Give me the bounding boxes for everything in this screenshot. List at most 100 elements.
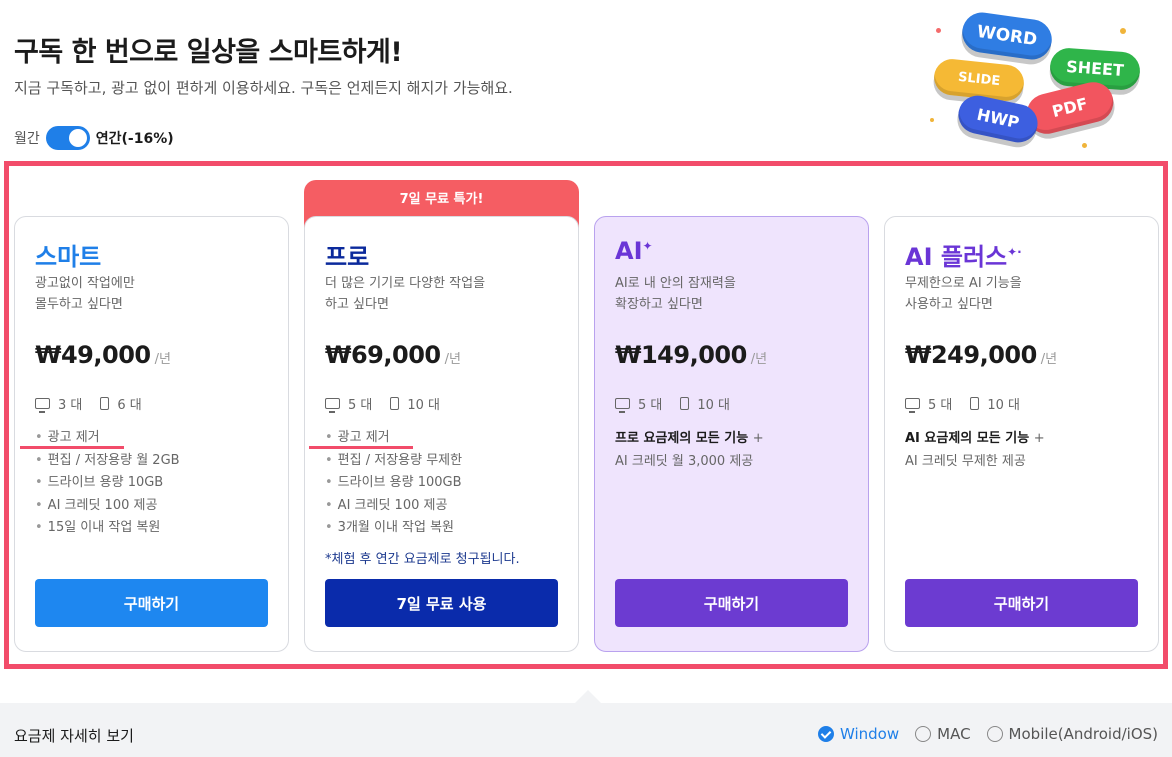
- plan-card-pro: 프로 더 많은 기기로 다양한 작업을 하고 싶다면 ₩69,000/년 5 대…: [304, 216, 579, 652]
- page-title: 구독 한 번으로 일상을 스마트하게!: [14, 37, 403, 68]
- toggle-knob: [68, 129, 87, 147]
- plan-details-link[interactable]: 요금제 자세히 보기: [14, 725, 134, 746]
- mobile-count: 6 대: [117, 398, 142, 413]
- annotation-underline: [309, 446, 413, 449]
- phone-icon: [390, 397, 400, 410]
- plan-desc-line: 무제한으로 AI 기능을: [905, 276, 1022, 291]
- plan-card-ai: AI✦ AI로 내 안의 잠재력을 확장하고 싶다면 ₩149,000/년 5 …: [594, 216, 869, 652]
- billing-toggle[interactable]: [45, 126, 90, 150]
- phone-icon: [970, 397, 980, 410]
- device-limits: 5 대 10 대: [905, 394, 1020, 413]
- confetti-dot: [1120, 28, 1126, 34]
- feature-item: • AI 크레딧 100 제공: [35, 497, 158, 513]
- plan-details-bar: 요금제 자세히 보기 Window MAC Mobile(Android/iOS…: [0, 703, 1172, 757]
- feature-item: AI 크레딧 무제한 제공: [905, 454, 1026, 469]
- device-limits: 5 대 10 대: [615, 394, 730, 413]
- page-subtitle: 지금 구독하고, 광고 없이 편하게 이용하세요. 구독은 언제든지 해지가 가…: [14, 79, 513, 97]
- radio-label-mac[interactable]: MAC: [937, 725, 970, 743]
- monthly-label[interactable]: 월간: [14, 128, 40, 148]
- pdf-pill: PDF: [1022, 77, 1118, 139]
- radio-mobile[interactable]: [986, 726, 1003, 742]
- price-amount: ₩69,000: [325, 341, 441, 369]
- feature-inherited: AI 요금제의 모든 기능 +: [905, 431, 1045, 446]
- feature-item: • 편집 / 저장용량 월 2GB: [35, 452, 180, 468]
- radio-window[interactable]: [817, 726, 834, 742]
- plan-card-smart: 스마트 광고없이 작업에만 몰두하고 싶다면 ₩49,000/년 3 대 6 대…: [14, 216, 289, 652]
- confetti-dot: [1082, 143, 1087, 148]
- feature-item: • 편집 / 저장용량 무제한: [325, 452, 463, 468]
- monitor-icon: [615, 398, 630, 413]
- plan-description: 무제한으로 AI 기능을 사용하고 싶다면: [905, 273, 1145, 315]
- billing-toggle-row: 월간 연간(-16%): [14, 126, 174, 150]
- page-header: 구독 한 번으로 일상을 스마트하게! 지금 구독하고, 광고 없이 편하게 이…: [14, 0, 914, 160]
- details-notch: [574, 690, 602, 704]
- feature-item: • 15일 이내 작업 복원: [35, 520, 161, 535]
- price-unit: /년: [154, 352, 171, 367]
- plan-desc-line: 사용하고 싶다면: [905, 297, 993, 312]
- price-amount: ₩149,000: [615, 341, 747, 369]
- confetti-dot: [930, 118, 934, 122]
- plan-description: 광고없이 작업에만 몰두하고 싶다면: [35, 273, 275, 315]
- mobile-count: 10 대: [407, 398, 441, 413]
- feature-item: • 3개월 이내 작업 복원: [325, 520, 455, 535]
- monitor-icon: [905, 398, 920, 413]
- radio-mac[interactable]: [915, 726, 932, 742]
- app-pills-illustration: WORD SHEET SLIDE PDF HWP: [922, 6, 1142, 156]
- plan-price: ₩69,000/년: [325, 341, 461, 369]
- price-unit: /년: [444, 352, 461, 367]
- plan-desc-line: 더 많은 기기로 다양한 작업을: [325, 276, 486, 291]
- plan-name: 프로: [325, 243, 370, 271]
- feature-item: • 드라이브 용량 10GB: [35, 475, 164, 490]
- radio-label-window[interactable]: Window: [840, 725, 899, 743]
- price-unit: /년: [1040, 352, 1058, 367]
- feature-item: • AI 크레딧 100 제공: [325, 497, 448, 513]
- phone-icon: [680, 397, 690, 410]
- feature-list: • 광고 제거 • 편집 / 저장용량 월 2GB • 드라이브 용량 10GB • A…: [35, 427, 180, 540]
- plan-description: AI로 내 안의 잠재력을 확장하고 싶다면: [615, 273, 855, 315]
- free-trial-button-pro[interactable]: 7일 무료 사용: [325, 579, 558, 627]
- sparkle-icon: ✦: [642, 239, 653, 253]
- price-unit: /년: [750, 352, 768, 367]
- platform-radio-group: Window MAC Mobile(Android/iOS): [817, 725, 1158, 743]
- plan-desc-line: 몰두하고 싶다면: [35, 297, 123, 312]
- desktop-count: 5 대: [348, 398, 373, 413]
- yearly-label[interactable]: 연간(-16%): [96, 128, 174, 148]
- plan-name: 스마트: [35, 243, 102, 271]
- plan-price: ₩149,000/년: [615, 341, 767, 369]
- plan-price: ₩249,000/년: [905, 341, 1057, 369]
- sparkle-icon: ✦·: [1007, 245, 1022, 259]
- monitor-icon: [325, 398, 340, 413]
- plan-name: AI✦: [615, 237, 653, 265]
- feature-inherited: 프로 요금제의 모든 기능 +: [615, 431, 764, 446]
- mobile-count: 10 대: [697, 398, 731, 413]
- billing-note: *체험 후 연간 요금제로 청구됩니다.: [325, 552, 520, 567]
- buy-button-ai-plus[interactable]: 구매하기: [905, 579, 1138, 627]
- device-limits: 5 대 10 대: [325, 394, 440, 413]
- plan-desc-line: 확장하고 싶다면: [615, 297, 703, 312]
- feature-item: AI 크레딧 월 3,000 제공: [615, 454, 754, 469]
- radio-label-mobile[interactable]: Mobile(Android/iOS): [1009, 725, 1158, 743]
- monitor-icon: [35, 398, 50, 413]
- hwp-pill: HWP: [954, 92, 1042, 146]
- plan-name-text: AI 플러스: [905, 243, 1008, 271]
- plan-price: ₩49,000/년: [35, 341, 171, 369]
- price-amount: ₩49,000: [35, 341, 151, 369]
- plan-description: 더 많은 기기로 다양한 작업을 하고 싶다면: [325, 273, 565, 315]
- phone-icon: [100, 397, 110, 410]
- plan-name-text: AI: [615, 237, 643, 265]
- buy-button-ai[interactable]: 구매하기: [615, 579, 848, 627]
- annotation-underline: [20, 446, 124, 449]
- price-amount: ₩249,000: [905, 341, 1037, 369]
- plan-desc-line: AI로 내 안의 잠재력을: [615, 276, 736, 291]
- feature-item: • 드라이브 용량 100GB: [325, 475, 462, 490]
- desktop-count: 3 대: [58, 398, 83, 413]
- device-limits: 3 대 6 대: [35, 394, 142, 413]
- desktop-count: 5 대: [928, 398, 953, 413]
- plan-card-ai-plus: AI 플러스✦· 무제한으로 AI 기능을 사용하고 싶다면 ₩249,000/…: [884, 216, 1159, 652]
- buy-button-smart[interactable]: 구매하기: [35, 579, 268, 627]
- plan-name: AI 플러스✦·: [905, 237, 1022, 272]
- feature-list: • 광고 제거 • 편집 / 저장용량 무제한 • 드라이브 용량 100GB • AI…: [325, 427, 462, 540]
- plan-desc-line: 하고 싶다면: [325, 297, 389, 312]
- word-pill: WORD: [959, 9, 1055, 63]
- plan-desc-line: 광고없이 작업에만: [35, 276, 135, 291]
